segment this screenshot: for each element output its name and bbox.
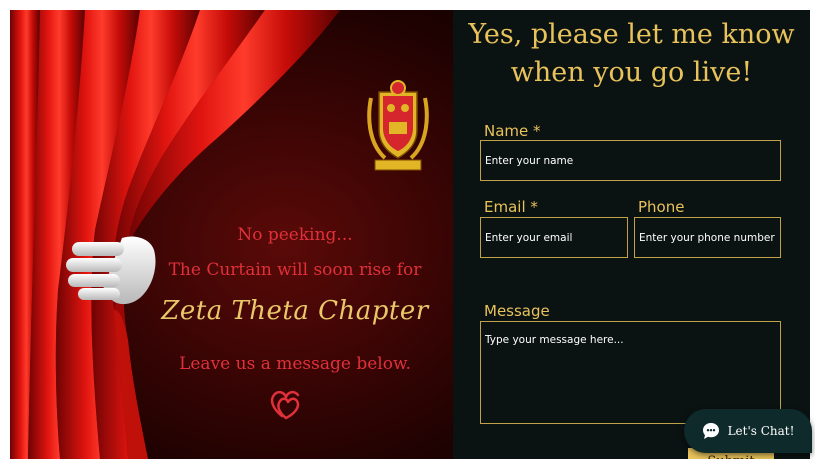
tease-line-leave-message: Leave us a message below. (179, 354, 411, 374)
email-label: Email * (484, 198, 538, 216)
tease-line-curtain: The Curtain will soon rise for (168, 260, 422, 280)
chat-bubble-icon (702, 423, 719, 439)
curtain-panel: No peeking... The Curtain will soon rise… (10, 10, 453, 459)
form-headline: Yes, please let me know when you go live! (468, 19, 795, 88)
phone-field[interactable] (634, 217, 781, 258)
chapter-name: Zeta Theta Chapter (161, 296, 429, 326)
lets-chat-button[interactable]: Let's Chat! (684, 409, 812, 453)
chat-label: Let's Chat! (727, 424, 795, 438)
name-label: Name * (484, 122, 541, 140)
signup-form-panel: Yes, please let me know when you go live!… (453, 10, 810, 459)
tease-line-no-peeking: No peeking... (237, 225, 353, 245)
double-heart-icon (270, 390, 300, 420)
phone-label: Phone (638, 198, 685, 216)
sorority-crest-icon (367, 80, 429, 171)
email-field[interactable] (480, 217, 628, 258)
message-label: Message (484, 302, 550, 320)
name-field[interactable] (480, 140, 781, 181)
landing-page: No peeking... The Curtain will soon rise… (10, 10, 810, 459)
white-glove-icon (66, 236, 156, 305)
